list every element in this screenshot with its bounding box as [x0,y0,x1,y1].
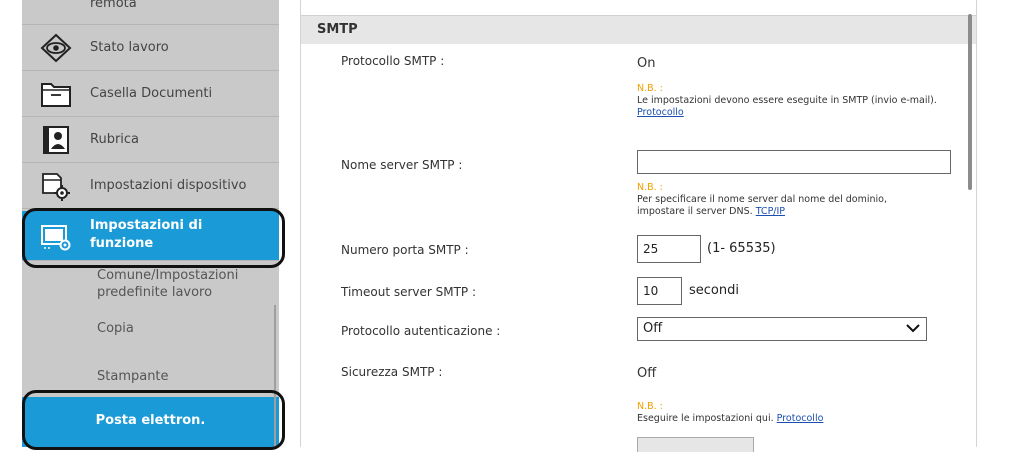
eye-icon [40,33,72,63]
smtp-timeout-unit: secondi [689,283,739,298]
smtp-timeout-input[interactable]: 10 [637,277,682,305]
folder-icon [40,79,72,109]
sidebar-item-job-status[interactable]: Stato lavoro [22,25,279,71]
note-nb-label: N.B. : [637,83,663,94]
smtp-security-label: Sicurezza SMTP : [341,365,443,379]
sidebar-item-label: Casella Documenti [90,86,213,101]
smtp-port-input[interactable]: 25 [637,235,701,263]
sidebar-item-label: Impostazioni dispositivo [90,178,247,193]
sidebar-item-label: Stato lavoro [90,40,169,55]
callout-box-1 [22,208,285,268]
protocol-link[interactable]: Protocollo [637,107,684,118]
subitem-label: Stampante [97,369,169,384]
auth-protocol-label: Protocollo autenticazione : [341,324,501,338]
chevron-down-icon [906,321,920,335]
sidebar-item-label: remota [90,0,137,11]
sidebar-item-device-settings[interactable]: Impostazioni dispositivo [22,163,279,209]
sidebar-item-document-box[interactable]: Casella Documenti [22,71,279,117]
auth-protocol-value: Off [643,321,663,336]
smtp-protocol-label: Protocollo SMTP : [341,54,445,68]
subitem-label: Copia [97,321,134,336]
smtp-server-name-input[interactable] [637,150,951,174]
contact-book-icon [40,125,72,155]
section-title: SMTP [317,22,358,37]
tcpip-link[interactable]: TCP/IP [756,206,785,217]
panel-scrollbar[interactable] [968,14,972,190]
callout-box-2 [22,390,285,450]
smtp-settings-panel: SMTP Protocollo SMTP : On N.B. : Le impo… [300,0,977,452]
subitem-copy[interactable]: Copia [22,309,279,353]
note-nb-label: N.B. : [637,401,663,412]
smtp-port-range: (1- 65535) [707,241,776,256]
subitem-common-defaults[interactable]: Comune/Impostazioni predefinite lavoro [22,261,279,309]
partial-button[interactable] [637,437,754,452]
smtp-security-value: Off [637,366,657,381]
smtp-port-label: Numero porta SMTP : [341,243,469,257]
subitem-label: Comune/Impostazioni predefinite lavoro [97,268,239,300]
smtp-timeout-label: Timeout server SMTP : [341,285,477,299]
smtp-server-name-label: Nome server SMTP : [341,158,463,172]
note-text: Eseguire le impostazioni qui. [637,413,774,424]
protocol-link[interactable]: Protocollo [777,413,824,424]
note-text: Le impostazioni devono essere eseguite i… [637,95,937,106]
note-nb-label: N.B. : [637,182,663,193]
sidebar-item-label: Rubrica [90,132,140,147]
device-settings-icon [40,171,72,201]
note-dns: N.B. : Per specificare il nome server da… [637,182,937,218]
section-header: SMTP [301,15,976,44]
note-security: N.B. : Eseguire le impostazioni qui. Pro… [637,401,937,425]
auth-protocol-select[interactable]: Off [637,317,927,341]
smtp-protocol-value: On [637,56,656,71]
sidebar-item-address-book[interactable]: Rubrica [22,117,279,163]
note-smtp-protocol: N.B. : Le impostazioni devono essere ese… [637,83,937,119]
sidebar-item-remote[interactable]: remota [22,0,279,25]
